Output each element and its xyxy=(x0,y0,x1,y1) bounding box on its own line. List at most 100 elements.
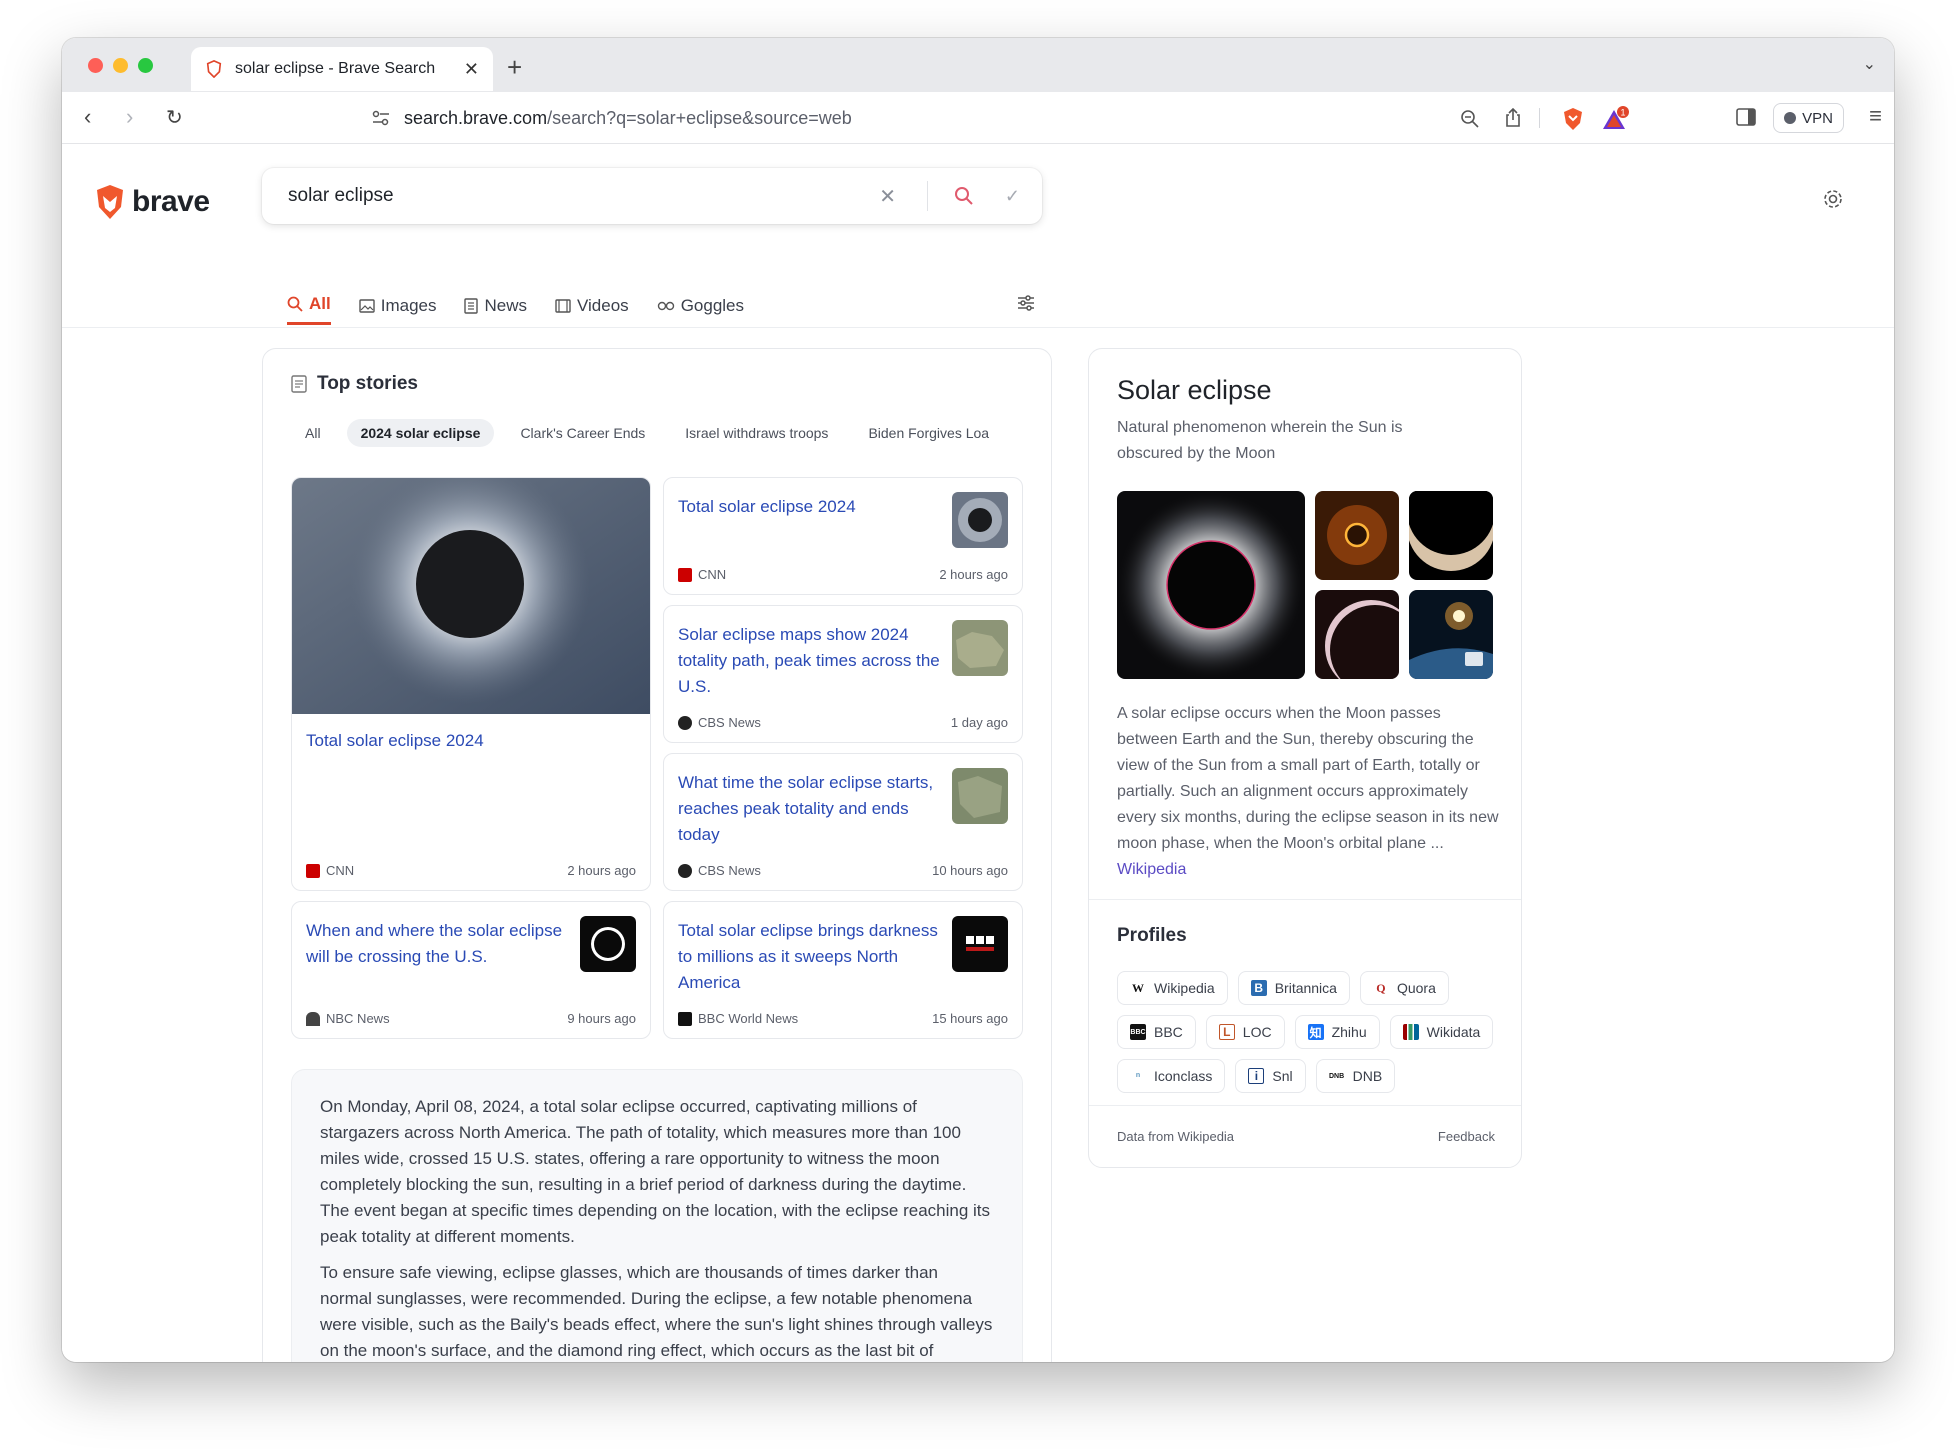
story-card[interactable]: When and where the solar eclipse will be… xyxy=(291,901,651,1039)
url-text: search.brave.com/search?q=solar+eclipse&… xyxy=(404,107,852,128)
panel-divider xyxy=(1089,899,1521,900)
tab-all[interactable]: All xyxy=(287,294,331,325)
brave-shields-icon[interactable] xyxy=(1562,107,1584,131)
menu-icon[interactable]: ≡ xyxy=(1869,103,1882,129)
browser-window: solar eclipse - Brave Search ✕ + ⌄ ‹ › ↻… xyxy=(62,38,1894,1362)
tab-goggles[interactable]: Goggles xyxy=(657,294,744,325)
profile-loc[interactable]: L LOC xyxy=(1205,1015,1285,1049)
story-card[interactable]: What time the solar eclipse starts, reac… xyxy=(663,753,1023,891)
gallery-image[interactable] xyxy=(1315,590,1399,679)
story-filter-chips: All 2024 solar eclipse Clark's Career En… xyxy=(291,419,1027,447)
source-name: NBC News xyxy=(326,1011,390,1026)
tab-videos[interactable]: Videos xyxy=(555,294,629,325)
profile-iconclass[interactable]: ⁿ Iconclass xyxy=(1117,1059,1226,1093)
profile-label: DNB xyxy=(1352,1068,1383,1084)
infobox-description: A solar eclipse occurs when the Moon pas… xyxy=(1117,701,1501,883)
data-source-text: Data from Wikipedia xyxy=(1117,1129,1235,1144)
profile-dnb[interactable]: DNB DNB xyxy=(1315,1059,1396,1093)
address-bar[interactable]: search.brave.com/search?q=solar+eclipse&… xyxy=(332,98,1652,138)
story-title[interactable]: Total solar eclipse brings darkness to m… xyxy=(678,918,948,996)
cnn-logo-icon xyxy=(678,567,692,582)
story-time: 15 hours ago xyxy=(932,1011,1008,1026)
search-icon[interactable] xyxy=(954,186,974,206)
sidebar-toggle-icon[interactable] xyxy=(1736,108,1756,126)
back-button[interactable]: ‹ xyxy=(84,104,91,130)
story-title[interactable]: Total solar eclipse 2024 xyxy=(678,494,938,520)
chip-clarks-career-ends[interactable]: Clark's Career Ends xyxy=(506,419,659,447)
rewards-badge-count: 1 xyxy=(1620,108,1625,118)
minimize-window-button[interactable] xyxy=(113,57,128,73)
browser-tab[interactable]: solar eclipse - Brave Search ✕ xyxy=(191,47,493,91)
infobox-subtitle: Natural phenomenon wherein the Sun is ob… xyxy=(1117,419,1403,462)
chip-biden-forgives-loans[interactable]: Biden Forgives Loa xyxy=(854,419,1003,447)
gallery-image[interactable] xyxy=(1315,491,1399,580)
story-card[interactable]: Total solar eclipse brings darkness to m… xyxy=(663,901,1023,1039)
toolbar-separator xyxy=(1539,108,1540,128)
brave-logo[interactable]: brave xyxy=(94,184,210,220)
story-title[interactable]: What time the solar eclipse starts, reac… xyxy=(678,770,948,848)
tab-label: Images xyxy=(380,295,437,315)
tab-label: All xyxy=(309,294,331,313)
reload-button[interactable]: ↻ xyxy=(166,105,183,130)
clear-search-icon[interactable]: ✕ xyxy=(879,184,896,209)
story-card[interactable]: Solar eclipse maps show 2024 totality pa… xyxy=(663,605,1023,743)
tab-title: solar eclipse - Brave Search xyxy=(235,60,436,77)
vpn-button[interactable]: VPN xyxy=(1773,103,1844,133)
gallery-image[interactable] xyxy=(1117,491,1305,679)
tab-list-chevron-icon[interactable]: ⌄ xyxy=(1863,54,1876,74)
search-input[interactable]: solar eclipse xyxy=(288,185,394,207)
close-window-button[interactable] xyxy=(88,57,103,73)
new-tab-button[interactable]: + xyxy=(507,52,522,83)
chip-all[interactable]: All xyxy=(291,419,335,447)
profile-wikidata[interactable]: Wikidata xyxy=(1389,1015,1494,1049)
gallery-image[interactable] xyxy=(1409,590,1493,679)
chip-israel-withdraws-troops[interactable]: Israel withdraws troops xyxy=(671,419,842,447)
checkmark-icon[interactable]: ✓ xyxy=(1005,186,1020,207)
site-settings-icon[interactable] xyxy=(372,110,390,126)
maximize-window-button[interactable] xyxy=(138,57,153,73)
top-stories-card: Top stories All 2024 solar eclipse Clark… xyxy=(262,348,1052,1362)
filter-settings-icon[interactable] xyxy=(1017,294,1035,312)
zoom-out-icon[interactable] xyxy=(1460,109,1480,129)
profile-quora[interactable]: Q Quora xyxy=(1359,971,1449,1005)
close-tab-icon[interactable]: ✕ xyxy=(464,59,479,80)
britannica-icon: B xyxy=(1250,980,1267,996)
story-card[interactable]: Total solar eclipse 2024 CNN 2 hours ago xyxy=(663,477,1023,595)
iconclass-icon: ⁿ xyxy=(1135,1069,1141,1083)
snl-icon: i xyxy=(1248,1068,1265,1084)
story-time: 10 hours ago xyxy=(932,863,1008,878)
profile-britannica[interactable]: B Britannica xyxy=(1237,971,1350,1005)
profile-label: BBC xyxy=(1154,1024,1183,1040)
gallery-image[interactable] xyxy=(1409,491,1493,580)
forward-button[interactable]: › xyxy=(126,104,133,130)
feedback-link[interactable]: Feedback xyxy=(1438,1129,1495,1144)
search-box[interactable]: solar eclipse ✕ ✓ xyxy=(262,168,1042,224)
chip-2024-solar-eclipse[interactable]: 2024 solar eclipse xyxy=(346,419,495,447)
story-source: CBS News xyxy=(678,715,761,730)
share-icon[interactable] xyxy=(1504,108,1522,128)
cnn-logo-icon xyxy=(306,863,320,878)
story-title[interactable]: When and where the solar eclipse will be… xyxy=(306,918,576,970)
story-card-featured[interactable]: Total solar eclipse 2024 CNN 2 hours ago xyxy=(291,477,651,891)
profile-zhihu[interactable]: 知 Zhihu xyxy=(1294,1015,1380,1049)
description-text: A solar eclipse occurs when the Moon pas… xyxy=(1117,705,1499,852)
source-name: BBC World News xyxy=(698,1011,799,1026)
profile-snl[interactable]: i Snl xyxy=(1235,1059,1306,1093)
gear-icon[interactable] xyxy=(1822,188,1844,210)
image-icon xyxy=(359,298,375,313)
tab-news[interactable]: News xyxy=(464,294,527,325)
profile-bbc[interactable]: BBC BBC xyxy=(1117,1015,1196,1049)
profile-wikipedia[interactable]: W Wikipedia xyxy=(1117,971,1228,1005)
quora-icon: Q xyxy=(1376,980,1386,995)
ai-summary: On Monday, April 08, 2024, a total solar… xyxy=(291,1069,1023,1362)
bbc-icon: BBC xyxy=(1130,1024,1146,1040)
dnb-icon: DNB xyxy=(1329,1072,1345,1080)
profile-label: Snl xyxy=(1272,1068,1293,1084)
tab-images[interactable]: Images xyxy=(359,294,437,325)
story-title[interactable]: Total solar eclipse 2024 xyxy=(306,728,484,754)
brave-rewards-icon[interactable]: 1 xyxy=(1602,106,1630,132)
zhihu-icon: 知 xyxy=(1307,1024,1324,1040)
wikidata-icon xyxy=(1402,1024,1419,1040)
wikipedia-link[interactable]: Wikipedia xyxy=(1117,861,1186,878)
story-title[interactable]: Solar eclipse maps show 2024 totality pa… xyxy=(678,622,948,700)
